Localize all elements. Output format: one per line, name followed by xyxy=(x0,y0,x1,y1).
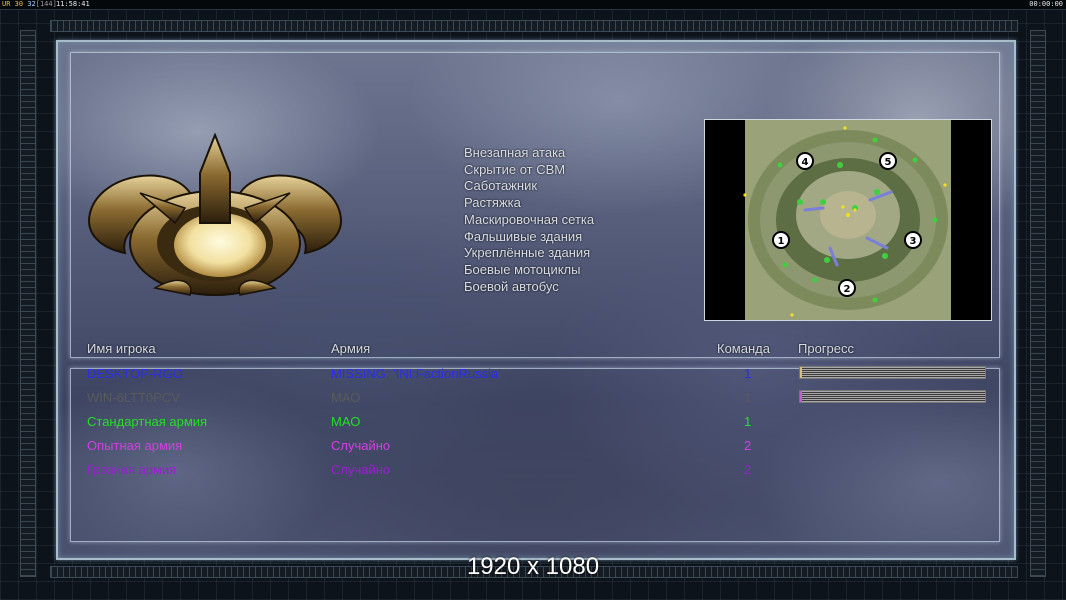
rule-item: Скрытие от СВМ xyxy=(464,161,566,177)
player-name: WIN-6LTT0PCV xyxy=(87,390,180,405)
rule-item: Боевой автобус xyxy=(464,278,559,294)
load-progress-bar xyxy=(799,390,986,403)
rule-item: Саботажник xyxy=(464,178,538,194)
column-header-team: Команда xyxy=(717,341,770,356)
player-army: МАО xyxy=(331,390,361,405)
player-army: Случайно xyxy=(331,438,391,453)
player-team: 1 xyxy=(744,414,752,429)
top-frame-rail xyxy=(50,20,1018,32)
game-rules-list: Внезапная атака Скрытие от СВМ Саботажни… xyxy=(464,145,594,295)
column-header-progress: Прогресс xyxy=(798,341,855,356)
faction-emblem xyxy=(80,132,350,303)
rule-item: Растяжка xyxy=(464,195,521,211)
player-army: MISSING: 'INI:FactionRussia' xyxy=(331,366,501,381)
system-clock: 11:58:41 xyxy=(56,0,90,8)
player-army: МАО xyxy=(331,414,361,429)
rule-item: Укреплённые здания xyxy=(464,245,591,261)
start-position-1[interactable]: 1 xyxy=(772,231,790,249)
player-name: Грозная армия xyxy=(87,462,177,477)
player-army: Случайно xyxy=(331,462,391,477)
left-frame-rail xyxy=(20,30,36,577)
resolution-label: 1920 x 1080 xyxy=(466,553,600,580)
start-position-3[interactable]: 3 xyxy=(904,231,922,249)
player-team: 2 xyxy=(744,438,752,453)
session-timer: 00:00:00 xyxy=(1029,0,1063,8)
fps-counter: UR 30 32[144] xyxy=(2,0,57,8)
player-team: 2 xyxy=(744,462,752,477)
load-progress-bar xyxy=(799,366,986,379)
start-position-2[interactable]: 2 xyxy=(838,279,856,297)
rule-item: Внезапная атака xyxy=(464,145,566,160)
rule-item: Маскировочная сетка xyxy=(464,211,595,227)
rule-item: Боевые мотоциклы xyxy=(464,261,581,277)
start-position-5[interactable]: 5 xyxy=(879,152,897,170)
player-team: 1 xyxy=(744,366,752,381)
start-position-4[interactable]: 4 xyxy=(796,152,814,170)
svg-text:4: 4 xyxy=(802,157,809,168)
svg-text:5: 5 xyxy=(885,157,892,168)
load-progress-fill xyxy=(800,391,802,402)
player-name: Опытная армия xyxy=(87,438,183,453)
svg-text:1: 1 xyxy=(778,236,785,247)
load-progress-fill xyxy=(800,367,802,378)
right-frame-rail xyxy=(1030,30,1046,577)
svg-text:3: 3 xyxy=(910,236,917,247)
player-team: 1 xyxy=(744,390,752,405)
column-header-player: Имя игрока xyxy=(87,341,156,356)
column-header-army: Армия xyxy=(331,341,371,356)
performance-overlay: UR 30 32[144] 11:58:41 00:00:00 xyxy=(0,0,1066,10)
player-name: Стандартная армия xyxy=(87,414,208,429)
map-preview[interactable]: 4 5 1 3 2 xyxy=(704,119,992,321)
svg-text:2: 2 xyxy=(844,284,851,295)
rule-item: Фальшивые здания xyxy=(464,228,583,244)
player-name: DESKTOP-RGO xyxy=(87,366,183,381)
